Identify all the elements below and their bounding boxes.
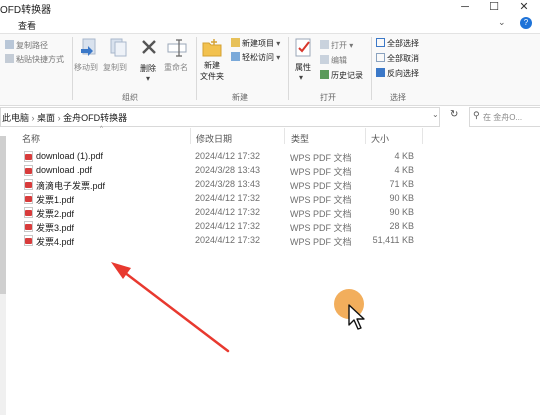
mouse-pointer-icon bbox=[348, 304, 365, 330]
annotation-arrow bbox=[111, 262, 230, 353]
